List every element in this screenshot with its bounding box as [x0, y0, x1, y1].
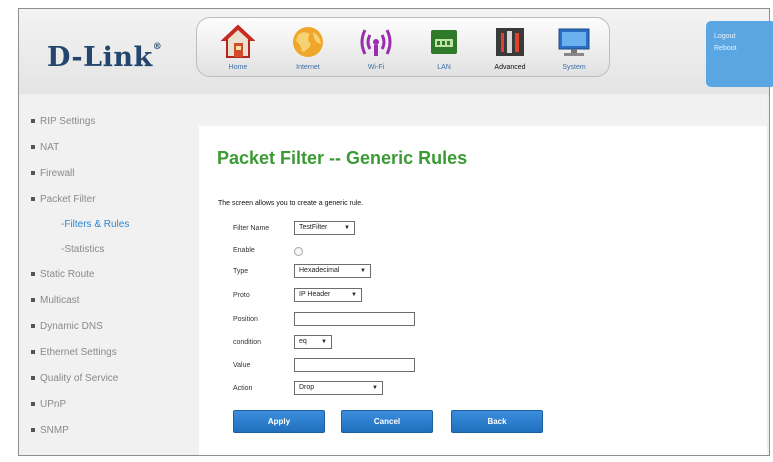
nav-advanced[interactable]: Advanced — [477, 18, 543, 76]
bullet-icon — [31, 402, 35, 407]
chevron-down-icon: ▼ — [351, 292, 357, 298]
sidebar-item-label: UPnP — [40, 399, 67, 410]
sidebar-item-quality-of-service[interactable]: Quality of Service — [31, 373, 118, 384]
bullet-icon — [31, 350, 35, 355]
sidebar-item-label: Multicast — [40, 295, 80, 306]
enable-radio[interactable] — [294, 247, 303, 256]
nav-wifi-label: Wi-Fi — [367, 64, 385, 71]
chevron-down-icon: ▼ — [344, 225, 350, 231]
bullet-icon — [31, 298, 35, 303]
filter-name-label: Filter Name — [233, 225, 270, 232]
advanced-tools-icon — [496, 28, 524, 56]
back-button[interactable]: Back — [451, 410, 543, 433]
nav-home[interactable]: Home — [205, 18, 271, 76]
enable-label: Enable — [233, 247, 255, 254]
sidebar-item-firewall[interactable]: Firewall — [31, 168, 74, 179]
page-title: Packet Filter -- Generic Rules — [217, 148, 468, 168]
sidebar-item-packet-filter[interactable]: Packet Filter — [31, 194, 96, 205]
value-input[interactable] — [294, 358, 415, 372]
nav-internet[interactable]: Internet — [275, 18, 341, 76]
chevron-down-icon: ▼ — [372, 385, 378, 391]
value-label: Value — [233, 362, 251, 369]
bullet-icon — [31, 376, 35, 381]
sidebar-item-multicast[interactable]: Multicast — [31, 295, 79, 306]
wifi-icon — [360, 29, 392, 56]
sidebar-item-label: Dynamic DNS — [40, 321, 103, 332]
logout-link[interactable]: Logout — [714, 33, 735, 40]
position-label: Position — [233, 316, 258, 323]
bullet-icon — [31, 197, 35, 202]
sidebar-item-label: Ethernet Settings — [40, 347, 117, 358]
sidebar-item-rip-settings[interactable]: RIP Settings — [31, 116, 95, 127]
sidebar-item-label: SNMP — [40, 425, 69, 436]
session-panel: Logout Reboot — [706, 21, 773, 87]
condition-value: eq — [299, 338, 307, 345]
cancel-button[interactable]: Cancel — [341, 410, 433, 433]
type-select[interactable]: Hexadecimal ▼ — [294, 264, 371, 278]
nav-wifi[interactable]: Wi-Fi — [343, 18, 409, 76]
sidebar-item-static-route[interactable]: Static Route — [31, 269, 94, 280]
sidebar-item-label: Packet Filter — [40, 194, 96, 205]
globe-icon — [293, 27, 323, 57]
action-select[interactable]: Drop ▼ — [294, 381, 383, 395]
lan-icon — [431, 30, 457, 54]
sidebar-item-upnp[interactable]: UPnP — [31, 399, 66, 410]
dlink-logo: D-Link® — [47, 42, 163, 73]
filter-name-value: TestFilter — [299, 224, 328, 231]
sidebar-item-nat[interactable]: NAT — [31, 142, 59, 153]
main-nav-bar: Home Internet Wi-Fi LAN Advanced System — [196, 17, 610, 77]
sidebar-item-label: RIP Settings — [40, 116, 96, 127]
nav-system-label: System — [562, 64, 586, 71]
type-value: Hexadecimal — [299, 267, 340, 274]
action-value: Drop — [299, 384, 315, 391]
sidebar-item-ethernet-settings[interactable]: Ethernet Settings — [31, 347, 117, 358]
sidebar-item-label: -Statistics — [61, 244, 105, 255]
bullet-icon — [31, 119, 35, 124]
sidebar-item-filters-rules[interactable]: -Filters & Rules — [61, 219, 129, 230]
logo-text: D-Link — [47, 42, 153, 73]
bullet-icon — [31, 324, 35, 329]
sidebar-item-label: Static Route — [40, 269, 95, 280]
apply-button[interactable]: Apply — [233, 410, 325, 433]
chevron-down-icon: ▼ — [360, 268, 366, 274]
proto-value: IP Header — [299, 291, 331, 298]
proto-label: Proto — [233, 292, 250, 299]
filter-name-select[interactable]: TestFilter ▼ — [294, 221, 355, 235]
bullet-icon — [31, 428, 35, 433]
condition-label: condition — [233, 339, 262, 346]
type-label: Type — [233, 268, 249, 275]
system-monitor-icon — [558, 28, 590, 56]
nav-lan-label: LAN — [437, 64, 451, 71]
content-top-band — [199, 94, 767, 126]
condition-select[interactable]: eq ▼ — [294, 335, 332, 349]
home-icon — [221, 24, 255, 58]
proto-select[interactable]: IP Header ▼ — [294, 288, 362, 302]
action-label: Action — [233, 385, 253, 392]
nav-internet-label: Internet — [296, 64, 320, 71]
bullet-icon — [31, 171, 35, 176]
sidebar-item-label: Firewall — [40, 168, 75, 179]
nav-lan[interactable]: LAN — [411, 18, 477, 76]
sidebar-item-snmp[interactable]: SNMP — [31, 425, 69, 436]
sidebar-item-label: NAT — [40, 142, 60, 153]
reboot-link[interactable]: Reboot — [714, 45, 737, 52]
intro-text: The screen allows you to create a generi… — [218, 200, 364, 207]
nav-home-label: Home — [228, 64, 248, 71]
position-input[interactable] — [294, 312, 415, 326]
nav-advanced-label: Advanced — [494, 64, 526, 71]
sidebar-item-dynamic-dns[interactable]: Dynamic DNS — [31, 321, 103, 332]
sidebar-item-statistics[interactable]: -Statistics — [61, 244, 104, 255]
sidebar-item-label: Quality of Service — [40, 373, 119, 384]
chevron-down-icon: ▼ — [321, 339, 327, 345]
bullet-icon — [31, 272, 35, 277]
bullet-icon — [31, 145, 35, 150]
sidebar-item-label: -Filters & Rules — [61, 219, 130, 230]
nav-system[interactable]: System — [541, 18, 607, 76]
